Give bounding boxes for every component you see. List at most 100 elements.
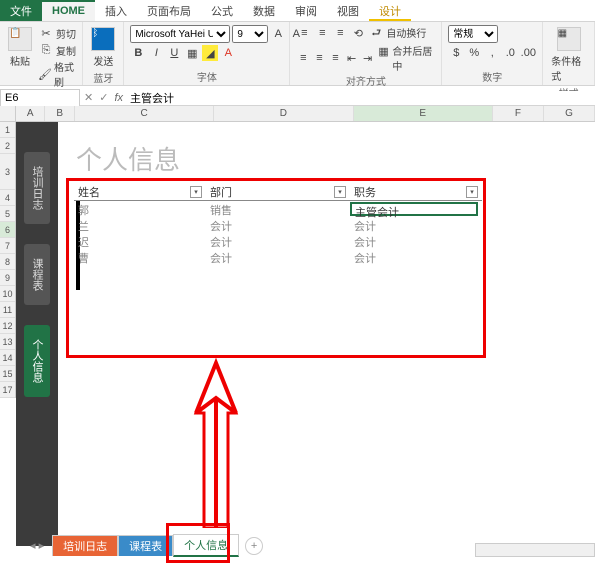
font-name-select[interactable]: Microsoft YaHei UI — [130, 25, 230, 43]
cell-dept[interactable]: 会计 — [206, 249, 350, 265]
fill-color-button[interactable]: ◢ — [202, 45, 218, 61]
bluetooth-send-button[interactable]: ᛒ 发送 — [89, 25, 117, 70]
horizontal-scrollbar[interactable] — [475, 543, 595, 557]
tab-review[interactable]: 审阅 — [285, 0, 327, 21]
row-header[interactable]: 7 — [0, 238, 15, 254]
conditional-format-button[interactable]: ▦ 条件格式 — [549, 25, 588, 85]
filter-icon[interactable]: ▾ — [334, 186, 346, 198]
col-header-a[interactable]: A — [16, 106, 45, 121]
col-header-g[interactable]: G — [544, 106, 595, 121]
cell-name[interactable]: 郭 — [74, 201, 206, 217]
row-header[interactable]: 4 — [0, 190, 15, 206]
currency-button[interactable]: $ — [448, 45, 464, 61]
row-header[interactable]: 3 — [0, 154, 15, 190]
cell-role[interactable]: 会计 — [350, 217, 482, 233]
format-painter-button[interactable]: 🖌格式刷 — [38, 59, 76, 89]
font-size-select[interactable]: 9 — [232, 25, 268, 43]
col-header-b[interactable]: B — [45, 106, 74, 121]
row-header[interactable]: 17 — [0, 382, 15, 398]
paste-button[interactable]: 📋 粘贴 — [6, 25, 34, 70]
italic-button[interactable]: I — [148, 45, 164, 61]
sheet-tab-training[interactable]: 培训日志 — [52, 535, 118, 556]
conditional-format-icon: ▦ — [557, 27, 581, 51]
border-button[interactable]: ▦ — [184, 45, 200, 61]
sheet-tab-schedule[interactable]: 课程表 — [118, 535, 173, 556]
cell-dept[interactable]: 会计 — [206, 233, 350, 249]
increase-decimal-button[interactable]: .0 — [502, 45, 518, 61]
col-header-f[interactable]: F — [493, 106, 544, 121]
row-header[interactable]: 14 — [0, 350, 15, 366]
select-all-corner[interactable] — [0, 106, 16, 122]
cell-dept[interactable]: 会计 — [206, 217, 350, 233]
cell-name[interactable]: 兰 — [74, 217, 206, 233]
increase-font-button[interactable]: A — [270, 26, 286, 42]
vtab-training-log[interactable]: 培训日志 — [24, 152, 50, 224]
row-header[interactable]: 9 — [0, 270, 15, 286]
sheet-tab-personal[interactable]: 个人信息 — [173, 534, 239, 557]
orientation-button[interactable]: ⟲ — [350, 25, 366, 41]
copy-button[interactable]: ⎘复制 — [38, 42, 76, 58]
cell-name[interactable]: 迟 — [74, 233, 206, 249]
cut-button[interactable]: ✂剪切 — [38, 25, 76, 41]
formula-input[interactable] — [129, 91, 591, 105]
indent-inc-button[interactable]: ⇥ — [361, 50, 375, 66]
filter-icon[interactable]: ▾ — [466, 186, 478, 198]
filter-icon[interactable]: ▾ — [190, 186, 202, 198]
row-header[interactable]: 15 — [0, 366, 15, 382]
cell-name[interactable]: 曹 — [74, 249, 206, 265]
row-header[interactable]: 8 — [0, 254, 15, 270]
percent-button[interactable]: % — [466, 45, 482, 61]
row-header[interactable]: 6 — [0, 222, 15, 238]
font-color-button[interactable]: A — [220, 45, 236, 61]
sheet-nav-arrows[interactable]: ◂ ▸ — [30, 539, 44, 552]
col-header-d[interactable]: D — [214, 106, 353, 121]
tab-data[interactable]: 数据 — [243, 0, 285, 21]
tab-home[interactable]: HOME — [42, 0, 95, 21]
tab-view[interactable]: 视图 — [327, 0, 369, 21]
align-top-button[interactable]: ≡ — [296, 25, 312, 41]
tab-design[interactable]: 设计 — [369, 0, 411, 21]
merge-center-button[interactable]: ▦合并后居中 — [377, 43, 436, 73]
align-bot-button[interactable]: ≡ — [332, 25, 348, 41]
fx-icon[interactable]: fx — [114, 92, 123, 104]
header-name[interactable]: 姓名▾ — [74, 184, 206, 200]
header-role[interactable]: 职务▾ — [350, 184, 482, 200]
align-mid-button[interactable]: ≡ — [314, 25, 330, 41]
header-dept[interactable]: 部门▾ — [206, 184, 350, 200]
underline-button[interactable]: U — [166, 45, 182, 61]
comma-button[interactable]: , — [484, 45, 500, 61]
row-header[interactable]: 5 — [0, 206, 15, 222]
tab-file[interactable]: 文件 — [0, 0, 42, 21]
add-sheet-button[interactable]: + — [245, 537, 263, 555]
col-header-c[interactable]: C — [75, 106, 214, 121]
tab-pagelayout[interactable]: 页面布局 — [137, 0, 201, 21]
vtab-personal-info[interactable]: 个人信息 — [24, 325, 50, 397]
confirm-edit-button[interactable]: ✓ — [99, 91, 108, 104]
row-header[interactable]: 1 — [0, 122, 15, 138]
row-header[interactable]: 11 — [0, 302, 15, 318]
row-header[interactable]: 10 — [0, 286, 15, 302]
row-header[interactable]: 12 — [0, 318, 15, 334]
indent-dec-button[interactable]: ⇤ — [345, 50, 359, 66]
decrease-decimal-button[interactable]: .00 — [520, 45, 536, 61]
vtab-schedule[interactable]: 课程表 — [24, 244, 50, 305]
tab-formulas[interactable]: 公式 — [201, 0, 243, 21]
cell-dept[interactable]: 销售 — [206, 201, 350, 217]
number-format-select[interactable]: 常规 — [448, 25, 498, 43]
row-header[interactable]: 13 — [0, 334, 15, 350]
cell-role[interactable]: 会计 — [350, 249, 482, 265]
cell-role[interactable]: 会计 — [350, 233, 482, 249]
name-box[interactable] — [0, 89, 80, 107]
active-cell-e6[interactable]: 主管会计 — [350, 202, 478, 216]
bluetooth-label: 蓝牙 — [89, 70, 117, 85]
col-header-e[interactable]: E — [354, 106, 493, 121]
align-center-button[interactable]: ≡ — [312, 50, 326, 66]
grid[interactable]: 培训日志 课程表 个人信息 个人信息 姓名▾ 部门▾ 职务▾ 郭 销售 兰 会计… — [16, 122, 595, 546]
tab-insert[interactable]: 插入 — [95, 0, 137, 21]
align-left-button[interactable]: ≡ — [296, 50, 310, 66]
row-header[interactable]: 2 — [0, 138, 15, 154]
cancel-edit-button[interactable]: ✕ — [84, 91, 93, 104]
bold-button[interactable]: B — [130, 45, 146, 61]
align-right-button[interactable]: ≡ — [328, 50, 342, 66]
wrap-text-button[interactable]: ⮐自动换行 — [368, 25, 426, 41]
